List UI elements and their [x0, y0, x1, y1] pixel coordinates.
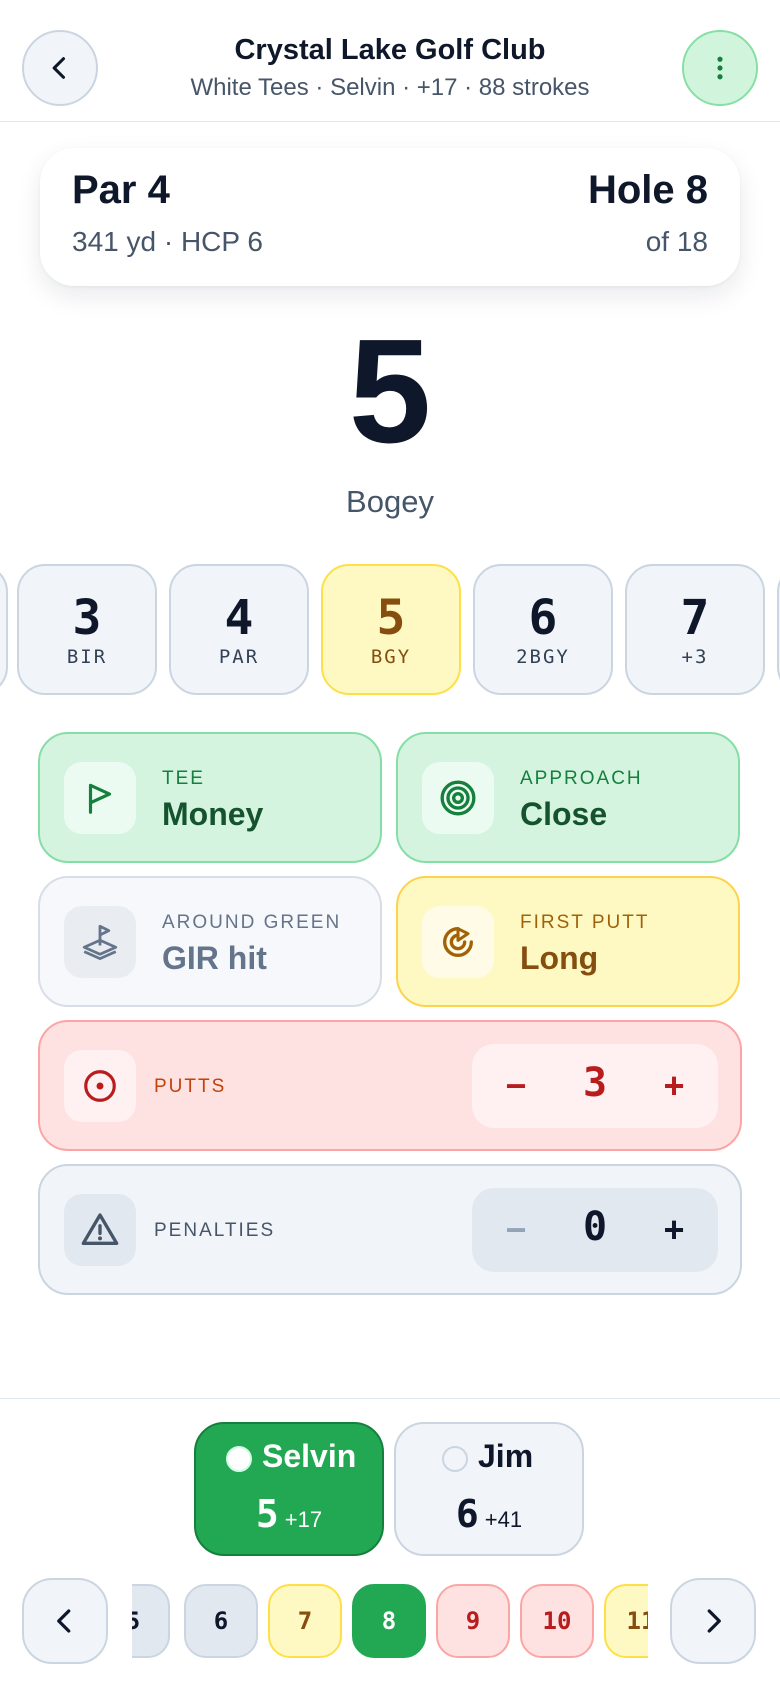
first-putt-value: Long: [520, 940, 599, 976]
penalties-stepper: − 0 +: [472, 1188, 718, 1272]
player-radio: [442, 1446, 468, 1472]
green-flag-icon: [82, 924, 118, 961]
top-bar: Crystal Lake Golf Club White Tees · Selv…: [0, 0, 780, 122]
around-green-value: GIR hit: [162, 940, 267, 976]
putts-increment-button[interactable]: +: [634, 1044, 714, 1128]
hole-number: Hole 8: [587, 168, 708, 212]
player-hole-score: 6: [455, 1492, 479, 1536]
hole-chip-9[interactable]: 9: [436, 1584, 510, 1658]
player-to-par: +41: [484, 1507, 523, 1532]
player-hole-score: 5: [255, 1492, 279, 1536]
previous-hole-button[interactable]: [22, 1578, 108, 1664]
hole-par: Par 4: [72, 168, 170, 212]
putt-target-icon: [443, 927, 473, 957]
player-card-selvin[interactable]: Selvin 5 +17: [194, 1422, 384, 1556]
hole-of-total: of 18: [645, 226, 708, 257]
hole-icon: [84, 1070, 116, 1102]
around-green-stat-card[interactable]: AROUND GREEN GIR hit: [38, 876, 382, 1007]
hole-chip-7[interactable]: 7: [268, 1584, 342, 1658]
putts-decrement-button[interactable]: −: [476, 1044, 556, 1128]
player-to-par: +17: [284, 1507, 323, 1532]
penalties-value: 0: [582, 1204, 608, 1250]
penalties-caption: PENALTIES: [154, 1220, 276, 1241]
putts-stepper: − 3 +: [472, 1044, 718, 1128]
score-option-par[interactable]: 4 PAR: [169, 564, 309, 695]
first-putt-stat-card[interactable]: FIRST PUTT Long: [396, 876, 740, 1007]
hole-chip-8[interactable]: 8: [352, 1584, 426, 1658]
hole-chip-11[interactable]: 11: [604, 1584, 648, 1658]
score-picker[interactable]: 3 BIR 4 PAR 5 BGY 6 2BGY 7 +3: [0, 564, 780, 696]
player-card-jim[interactable]: Jim 6 +41: [394, 1422, 584, 1556]
warning-icon: [81, 1213, 119, 1245]
course-title: Crystal Lake Golf Club: [234, 34, 546, 66]
score-option-bogey[interactable]: 5 BGY: [321, 564, 461, 695]
putts-value: 3: [582, 1060, 608, 1106]
hole-info-card: Par 4 Hole 8 341 yd · HCP 6 of 18: [40, 148, 740, 286]
putts-caption: PUTTS: [154, 1076, 227, 1097]
putts-counter: PUTTS − 3 +: [38, 1020, 742, 1151]
chevron-left-icon: [52, 57, 66, 79]
score-option-birdie[interactable]: 3 BIR: [17, 564, 157, 695]
back-button[interactable]: [22, 30, 98, 106]
tee-value: Money: [162, 796, 264, 832]
player-radio-selected: [226, 1446, 252, 1472]
hole-selector[interactable]: 5 6 7 8 9 10 11: [132, 1584, 648, 1660]
hole-chip-6[interactable]: 6: [184, 1584, 258, 1658]
score-label: Bogey: [346, 484, 434, 519]
approach-value: Close: [520, 796, 608, 832]
chevron-right-icon: [707, 1609, 721, 1633]
round-summary: White Tees · Selvin · +17 · 88 strokes: [190, 74, 590, 101]
target-icon: [440, 780, 476, 816]
approach-stat-card[interactable]: APPROACH Close: [396, 732, 740, 863]
penalties-decrement-button[interactable]: −: [476, 1188, 556, 1272]
current-score: 5: [348, 309, 432, 474]
more-menu-button[interactable]: [682, 30, 758, 106]
flag-icon: [88, 783, 112, 814]
hole-chip-10[interactable]: 10: [520, 1584, 594, 1658]
penalties-increment-button[interactable]: +: [634, 1188, 714, 1272]
score-option-partial[interactable]: [0, 564, 8, 695]
penalties-counter: PENALTIES − 0 +: [38, 1164, 742, 1295]
player-name: Selvin: [262, 1438, 357, 1474]
score-option-triple[interactable]: 7 +3: [625, 564, 765, 695]
score-option-double-bogey[interactable]: 6 2BGY: [473, 564, 613, 695]
hole-details: 341 yd · HCP 6: [72, 226, 263, 257]
around-green-caption: AROUND GREEN: [162, 912, 342, 933]
next-hole-button[interactable]: [670, 1578, 756, 1664]
bottom-divider: [0, 1398, 780, 1399]
first-putt-caption: FIRST PUTT: [520, 912, 650, 933]
approach-caption: APPROACH: [520, 768, 643, 789]
vertical-dots-icon: [717, 56, 723, 80]
hole-chip-5[interactable]: 5: [132, 1584, 170, 1658]
tee-stat-card[interactable]: TEE Money: [38, 732, 382, 863]
chevron-left-icon: [57, 1609, 71, 1633]
player-name: Jim: [478, 1438, 534, 1474]
tee-caption: TEE: [162, 768, 205, 789]
